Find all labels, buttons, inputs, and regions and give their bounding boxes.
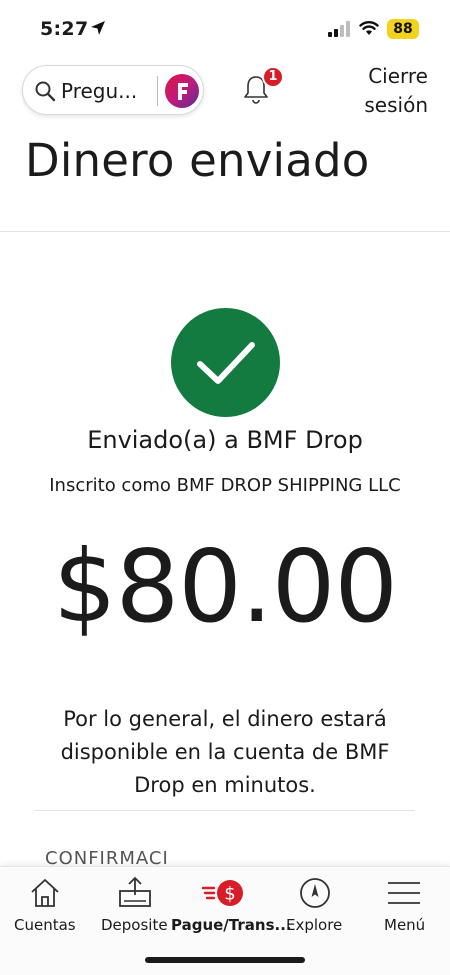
section-divider bbox=[35, 810, 415, 811]
deposit-check-icon bbox=[119, 876, 151, 907]
pay-transfer-icon: $ bbox=[202, 880, 243, 906]
search-divider bbox=[157, 76, 158, 106]
cell-signal-icon bbox=[328, 21, 350, 37]
search-bar[interactable]: Pregu... bbox=[22, 65, 204, 115]
wifi-icon bbox=[359, 21, 379, 35]
nav-item-explore[interactable]: Explore bbox=[275, 867, 360, 947]
amount-sent: $80.00 bbox=[53, 528, 398, 645]
nav-label-deposite: Deposite bbox=[101, 916, 168, 934]
svg-text:$: $ bbox=[224, 884, 235, 905]
battery-indicator: 88 bbox=[387, 19, 419, 39]
search-input[interactable]: Pregu... bbox=[61, 79, 137, 103]
enrolled-name-text: Inscrito como BMF DROP SHIPPING LLC bbox=[49, 475, 401, 496]
home-icon bbox=[31, 879, 59, 907]
compass-icon bbox=[300, 878, 330, 908]
notification-badge: 1 bbox=[262, 66, 284, 88]
hamburger-menu-icon bbox=[388, 882, 420, 904]
nav-item-cuentas[interactable]: Cuentas bbox=[0, 867, 90, 947]
fargo-assistant-icon[interactable] bbox=[165, 74, 199, 108]
home-indicator bbox=[145, 957, 305, 963]
nav-label-pague-transfiera: Pague/Trans... bbox=[171, 916, 292, 934]
nav-item-deposite[interactable]: Deposite bbox=[90, 867, 180, 947]
nav-label-menu: Menú bbox=[384, 916, 426, 934]
nav-label-explore: Explore bbox=[286, 916, 343, 934]
availability-message: Por lo general, el dinero estará disponi… bbox=[60, 707, 390, 797]
location-arrow-icon bbox=[91, 21, 105, 35]
nav-label-cuentas: Cuentas bbox=[14, 916, 76, 934]
nav-item-pague-transfiera[interactable]: $ Pague/Trans... bbox=[171, 867, 292, 947]
status-bar: 5:27 88 bbox=[0, 0, 450, 56]
status-time: 5:27 bbox=[40, 18, 89, 40]
page-title: Dinero enviado bbox=[25, 134, 370, 187]
nav-item-menu[interactable]: Menú bbox=[360, 867, 450, 947]
success-check-icon bbox=[171, 308, 280, 417]
search-icon bbox=[35, 81, 56, 102]
header-divider bbox=[0, 231, 450, 232]
recipient-text: Enviado(a) a BMF Drop bbox=[87, 426, 363, 454]
logout-link[interactable]: Cierre sesión bbox=[338, 62, 428, 120]
